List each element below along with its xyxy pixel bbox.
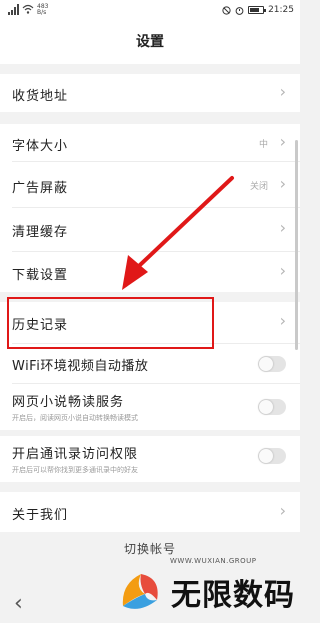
- signal-icon: [8, 4, 19, 15]
- contacts-toggle[interactable]: [258, 448, 286, 464]
- setting-row-ad-block[interactable]: 广告屏蔽 关闭 ›: [0, 162, 300, 208]
- scrollbar[interactable]: [295, 140, 298, 350]
- alarm-icon: [235, 6, 244, 15]
- setting-row-web-novel: 网页小说畅读服务 开启后，阅读网页小说自动转换畅读模式: [0, 384, 300, 430]
- setting-label: 关于我们: [12, 508, 69, 523]
- status-bar: 483 B/s 21:25: [0, 0, 300, 22]
- page-title: 设置: [136, 34, 164, 50]
- wifi-icon: [22, 4, 34, 14]
- network-speed-unit: B/s: [37, 9, 47, 16]
- setting-row-about[interactable]: 关于我们 ›: [0, 492, 300, 532]
- title-bar: 设置: [0, 22, 300, 64]
- setting-row-download[interactable]: 下载设置 ›: [0, 252, 300, 292]
- setting-row-address[interactable]: 收货地址 ›: [0, 74, 300, 112]
- setting-label: 清理缓存: [12, 225, 69, 240]
- setting-label: 下载设置: [12, 268, 69, 283]
- battery-icon: [248, 6, 267, 14]
- watermark-url: WWW.WUXIAN.GROUP: [170, 557, 257, 565]
- watermark: WWW.WUXIAN.GROUP 无限数码: [115, 548, 300, 623]
- silent-icon: [222, 5, 231, 15]
- network-speed: 483 B/s: [37, 4, 48, 16]
- clock: 21:25: [268, 5, 294, 15]
- chevron-right-icon: ›: [279, 218, 286, 237]
- back-arrow-icon[interactable]: ‹: [14, 591, 23, 616]
- chevron-right-icon: ›: [279, 132, 286, 151]
- setting-row-wifi-autoplay: WiFi环境视频自动播放: [0, 344, 300, 384]
- chevron-right-icon: ›: [279, 174, 286, 193]
- chevron-right-icon: ›: [279, 82, 286, 101]
- setting-label: 网页小说畅读服务: [12, 395, 125, 410]
- setting-value: 中: [258, 140, 268, 150]
- setting-label: 字体大小: [12, 139, 69, 154]
- setting-value: 关闭: [249, 182, 268, 192]
- status-left: 483 B/s: [8, 4, 48, 16]
- setting-description: 开启后，阅读网页小说自动转换畅读模式: [12, 414, 138, 422]
- chevron-right-icon: ›: [279, 311, 286, 330]
- wifi-autoplay-toggle[interactable]: [258, 356, 286, 372]
- setting-label: 开启通讯录访问权限: [12, 447, 139, 462]
- web-novel-toggle[interactable]: [258, 399, 286, 415]
- status-right: 21:25: [222, 5, 294, 15]
- setting-row-contacts: 开启通讯录访问权限 开启后可以帮你找到更多通讯录中的好友: [0, 436, 300, 482]
- highlight-box: [7, 297, 214, 349]
- setting-label: 广告屏蔽: [12, 181, 69, 196]
- chevron-right-icon: ›: [279, 261, 286, 280]
- setting-row-font-size[interactable]: 字体大小 中 ›: [0, 124, 300, 162]
- setting-label: 收货地址: [12, 89, 69, 104]
- setting-label: WiFi环境视频自动播放: [12, 359, 149, 374]
- watermark-name: 无限数码: [171, 578, 295, 613]
- battery-level: [250, 8, 260, 12]
- setting-description: 开启后可以帮你找到更多通讯录中的好友: [12, 466, 138, 474]
- setting-row-clear-cache[interactable]: 清理缓存 ›: [0, 208, 300, 252]
- watermark-logo-icon: [122, 574, 158, 609]
- chevron-right-icon: ›: [279, 501, 286, 520]
